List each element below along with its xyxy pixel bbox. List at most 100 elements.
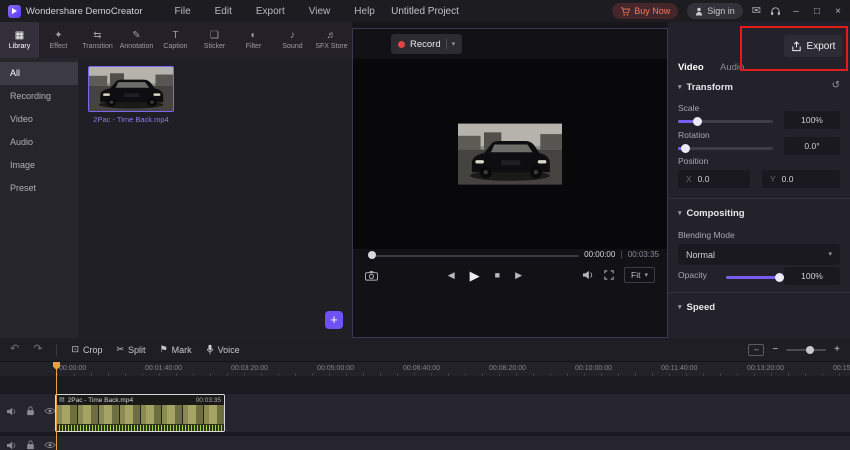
ruler-timestamp: 00:03:20:00: [231, 365, 268, 372]
tab-annotation[interactable]: ✎ Annotation: [117, 22, 156, 58]
buy-now-button[interactable]: Buy Now: [612, 3, 679, 19]
current-time: 00:00:00: [584, 250, 616, 259]
track-visibility-eye-icon[interactable]: [44, 441, 56, 449]
clip-thumbnails: [56, 405, 224, 424]
tab-video-properties[interactable]: Video: [678, 62, 704, 73]
fit-timeline-button[interactable]: ↔: [748, 343, 765, 356]
thumbnail-image: [88, 66, 174, 112]
seek-handle[interactable]: [368, 251, 376, 259]
tab-transition[interactable]: ⇆ Transition: [78, 22, 117, 58]
split-icon: ✂: [116, 344, 125, 354]
sidebar-item-audio[interactable]: Audio: [0, 131, 78, 154]
ruler-timestamp: 00:05:00:00: [317, 365, 354, 372]
export-button[interactable]: Export: [784, 35, 842, 57]
sidebar-item-recording[interactable]: Recording: [0, 85, 78, 108]
app-name: Wondershare DemoCreator: [26, 5, 143, 17]
library-icon: ▦: [14, 29, 25, 41]
timeline-ruler[interactable]: 00:00:00 00:01:40:00 00:03:20:00 00:05:0…: [0, 362, 850, 376]
clip-waveform: [56, 424, 224, 431]
timeline-zoom-slider[interactable]: [786, 345, 827, 354]
mail-icon[interactable]: ✉: [752, 5, 761, 17]
scale-value-field[interactable]: 100%: [784, 111, 840, 129]
tab-sfx-store[interactable]: ♬ SFX Store: [312, 22, 351, 58]
voice-button[interactable]: Voice: [206, 344, 240, 355]
playhead[interactable]: [53, 362, 60, 450]
opacity-label: Opacity: [678, 270, 707, 280]
sidebar-item-preset[interactable]: Preset: [0, 177, 78, 200]
reset-transform-icon[interactable]: ↺: [832, 81, 840, 91]
record-button[interactable]: Record ▾: [391, 34, 463, 54]
scale-slider[interactable]: [678, 117, 773, 126]
add-to-timeline-button[interactable]: +: [325, 311, 343, 329]
track-lock-icon[interactable]: [26, 440, 35, 450]
menu-file[interactable]: File: [175, 6, 191, 17]
rotation-slider[interactable]: [678, 144, 773, 153]
rotation-value-field[interactable]: 0.0°: [784, 137, 840, 155]
section-speed[interactable]: ▾ Speed: [678, 302, 715, 313]
menu-view[interactable]: View: [309, 6, 331, 17]
ruler-timestamp: 00:11:40:00: [661, 365, 698, 372]
sign-in-button[interactable]: Sign in: [687, 3, 743, 19]
sidebar-item-image[interactable]: Image: [0, 154, 78, 177]
preview-video[interactable]: [353, 59, 667, 249]
undo-button[interactable]: ↶: [10, 344, 19, 355]
properties-panel: Export Video Audio ▾ Transform ↺ Scale 1…: [668, 22, 850, 338]
fit-dropdown[interactable]: Fit ▾: [624, 267, 655, 283]
tab-filter[interactable]: ◐ Filter: [234, 22, 273, 58]
car-image: [89, 67, 173, 111]
track-controls: [6, 406, 56, 416]
position-x-field[interactable]: X 0.0: [678, 170, 750, 188]
scale-label: Scale: [678, 103, 700, 113]
fullscreen-icon[interactable]: [604, 270, 614, 280]
headset-icon[interactable]: [770, 6, 781, 16]
section-compositing[interactable]: ▾ Compositing: [678, 208, 745, 219]
app-logo-icon: [8, 4, 21, 18]
menu-help[interactable]: Help: [354, 6, 375, 17]
redo-button[interactable]: ↷: [33, 344, 42, 355]
snapshot-camera-icon[interactable]: [365, 270, 378, 281]
opacity-slider[interactable]: [726, 273, 788, 282]
mark-button[interactable]: ⚑ Mark: [160, 345, 192, 355]
play-button[interactable]: ▶: [470, 269, 480, 282]
chevron-down-icon[interactable]: ▾: [452, 41, 456, 48]
opacity-value-field[interactable]: 100%: [784, 267, 840, 285]
next-frame-button[interactable]: ▶: [515, 270, 522, 280]
minimize-button[interactable]: –: [790, 6, 802, 17]
track-lock-icon[interactable]: [26, 406, 35, 416]
tab-caption[interactable]: T Caption: [156, 22, 195, 58]
tab-sound[interactable]: ♪ Sound: [273, 22, 312, 58]
sidebar-item-video[interactable]: Video: [0, 108, 78, 131]
split-button[interactable]: ✂ Split: [117, 345, 146, 355]
previous-frame-button[interactable]: ◀: [448, 270, 455, 280]
seek-bar[interactable]: [369, 255, 579, 257]
menu-export[interactable]: Export: [256, 6, 285, 17]
crop-button[interactable]: ⊡ Crop: [71, 345, 102, 355]
zoom-out-button[interactable]: −: [772, 344, 778, 355]
sidebar-item-all[interactable]: All: [0, 62, 78, 85]
chevron-down-icon: ▾: [678, 84, 682, 91]
zoom-slider-handle[interactable]: [806, 345, 815, 354]
tab-sticker[interactable]: ❏ Sticker: [195, 22, 234, 58]
position-y-field[interactable]: Y 0.0: [762, 170, 840, 188]
menu-edit[interactable]: Edit: [215, 6, 232, 17]
media-toolbar: ▦ Library ✦ Effect ⇆ Transition ✎ Annota…: [0, 22, 352, 58]
chevron-down-icon: ▾: [644, 271, 648, 279]
tab-effect[interactable]: ✦ Effect: [39, 22, 78, 58]
stop-button[interactable]: ■: [495, 270, 500, 280]
blending-mode-dropdown[interactable]: Normal ▾: [678, 244, 840, 265]
volume-icon[interactable]: [582, 270, 594, 280]
film-icon: ▤: [59, 397, 65, 403]
track-mute-icon[interactable]: [6, 407, 17, 416]
audio-track[interactable]: [0, 436, 850, 450]
media-thumbnail[interactable]: 2Pac - Time Back.mp4: [88, 66, 174, 124]
zoom-in-button[interactable]: +: [834, 344, 840, 355]
section-transform[interactable]: ▾ Transform: [678, 82, 733, 93]
track-mute-icon[interactable]: [6, 441, 17, 450]
effect-icon: ✦: [54, 29, 63, 41]
tab-audio-properties[interactable]: Audio: [720, 62, 744, 73]
tab-library[interactable]: ▦ Library: [0, 22, 39, 58]
export-icon: [791, 40, 801, 51]
close-button[interactable]: ×: [832, 6, 844, 17]
maximize-button[interactable]: □: [811, 6, 823, 17]
timeline-clip[interactable]: ▤ 2Pac - Time Back.mp4 00:03:35: [55, 394, 225, 432]
